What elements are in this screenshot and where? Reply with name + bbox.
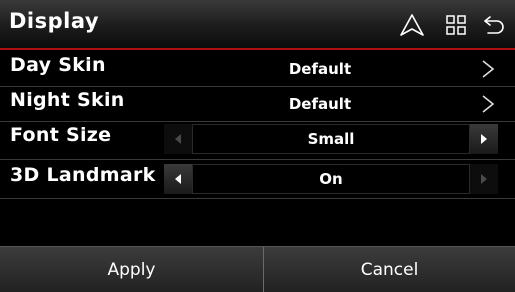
arrow-left-icon [175, 174, 181, 184]
footer-bar: Apply Cancel [0, 246, 515, 292]
font-size-value-field: Small [192, 124, 470, 154]
arrow-left-icon [175, 134, 181, 144]
arrow-right-icon [481, 134, 487, 144]
setting-row-night-skin[interactable]: Night Skin Default [0, 87, 515, 121]
increase-button[interactable] [470, 164, 498, 194]
row-divider [0, 159, 515, 160]
decrease-button[interactable] [164, 124, 192, 154]
setting-value: Default [288, 95, 352, 113]
row-divider [0, 198, 515, 199]
arrow-right-icon [481, 174, 487, 184]
chevron-right-icon [478, 58, 498, 80]
header-accent-line [0, 48, 515, 50]
font-size-stepper[interactable]: Small [164, 124, 498, 154]
setting-label: Day Skin [10, 54, 106, 76]
cancel-button[interactable]: Cancel [264, 247, 515, 292]
setting-row-day-skin[interactable]: Day Skin Default [0, 52, 515, 86]
landmark-stepper[interactable]: On [164, 164, 498, 194]
landmark-value-field: On [192, 164, 470, 194]
header-bar: Display [0, 0, 515, 48]
grid-menu-icon[interactable] [443, 12, 469, 38]
setting-row-3d-landmark: 3D Landmark On [0, 162, 515, 196]
setting-label: Night Skin [10, 89, 125, 111]
setting-label: Font Size [10, 124, 112, 146]
setting-value: On [319, 170, 343, 188]
apply-button[interactable]: Apply [0, 247, 263, 292]
page-title: Display [9, 9, 100, 33]
chevron-right-icon [478, 93, 498, 115]
navigation-icon[interactable] [399, 12, 425, 38]
setting-row-font-size: Font Size Small [0, 122, 515, 156]
setting-value: Small [307, 130, 355, 148]
decrease-button[interactable] [164, 164, 192, 194]
increase-button[interactable] [470, 124, 498, 154]
setting-label: 3D Landmark [10, 164, 156, 186]
display-settings-screen: Display Day Skin Default Night Skin Defa… [0, 0, 515, 292]
setting-value: Default [288, 60, 352, 78]
back-icon[interactable] [481, 12, 507, 38]
